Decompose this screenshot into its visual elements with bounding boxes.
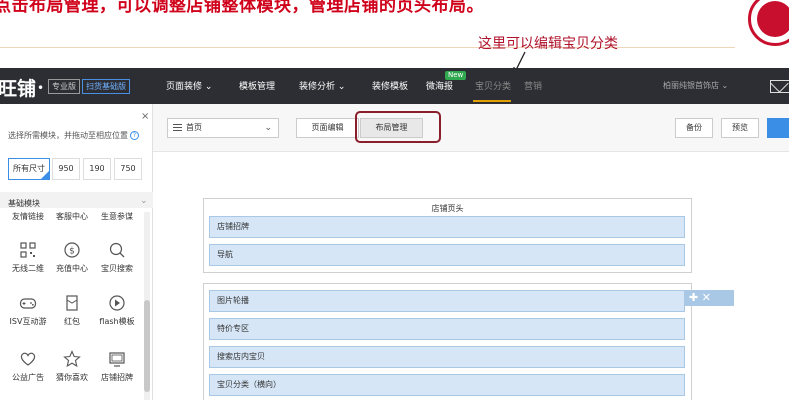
- module-red-packet[interactable]: 红包: [52, 294, 92, 327]
- module-shop-signboard[interactable]: 店铺招牌: [97, 350, 137, 383]
- search-icon: [109, 242, 125, 258]
- module-service-center[interactable]: 客服中心: [52, 211, 92, 222]
- top-navigation-bar: 旺铺 • 专业版 扫货基础版 页面装修 ⌄ 模板管理 装修分析 ⌄ 装修模板 微…: [0, 68, 789, 104]
- new-badge: New: [445, 71, 467, 80]
- module-label: 猜你喜欢: [56, 373, 88, 382]
- size-filter-all[interactable]: 所有尺寸: [8, 158, 50, 180]
- panel-scrollbar-thumb[interactable]: [144, 300, 150, 392]
- nav-template-manage[interactable]: 模板管理: [239, 79, 275, 92]
- shop-header-title: 店铺页头: [431, 204, 464, 213]
- module-label: 充值中心: [56, 264, 88, 273]
- shop-name-dropdown[interactable]: 柏丽纯银首饰店 ⌄: [663, 80, 728, 91]
- group-title: 基础模块: [8, 199, 40, 208]
- taobao-seal-logo: [748, 0, 789, 46]
- nav-active-underline: [473, 100, 511, 102]
- mail-icon[interactable]: [770, 80, 789, 93]
- module-label: 无线二维: [12, 264, 44, 273]
- module-label: ISV互动游: [9, 317, 47, 326]
- module-label: 生意参谋: [101, 212, 133, 221]
- size-filter-190[interactable]: 190: [83, 158, 111, 180]
- size-filter-750[interactable]: 750: [114, 158, 142, 180]
- panel-hint-text: 选择所需模块，并拖动至相应位置: [8, 131, 128, 140]
- highlight-outline: [355, 111, 441, 143]
- badge-pro: 专业版: [48, 79, 80, 94]
- module-item-search[interactable]: 宝贝搜索: [97, 241, 137, 274]
- page-select[interactable]: 首页 ⌄: [167, 118, 279, 138]
- module-label: 红包: [64, 317, 80, 326]
- play-icon: [109, 295, 125, 311]
- layout-row-navigation[interactable]: 导航: [209, 244, 685, 266]
- size-filter-950[interactable]: 950: [52, 158, 80, 180]
- layout-row-signboard[interactable]: 店铺招牌: [209, 216, 685, 238]
- close-icon[interactable]: ×: [141, 111, 149, 122]
- layout-row-special-offer[interactable]: 特价专区: [209, 318, 685, 340]
- panel-hint: 选择所需模块，并拖动至相应位置?: [8, 130, 139, 141]
- logo-dot: •: [37, 81, 45, 95]
- help-icon[interactable]: ?: [130, 131, 139, 140]
- module-label: 宝贝搜索: [101, 264, 133, 273]
- row-tools[interactable]: ✚ ✕: [685, 290, 734, 306]
- module-label: flash模板: [99, 317, 135, 326]
- backup-button[interactable]: 备份: [675, 118, 713, 138]
- module-isv-game[interactable]: ISV互动游: [8, 294, 48, 327]
- layout-row-shop-search[interactable]: 搜索店内宝贝: [209, 346, 685, 368]
- nav-page-decorate[interactable]: 页面装修 ⌄: [166, 79, 212, 92]
- nav-item-category[interactable]: 宝贝分类: [475, 79, 511, 92]
- gamepad-icon: [19, 298, 37, 309]
- layout-row-carousel[interactable]: 图片轮播: [209, 290, 685, 312]
- module-business-advisor[interactable]: 生意参谋: [97, 211, 137, 222]
- page-edit-button[interactable]: 页面编辑: [296, 118, 359, 138]
- nav-micro-poster[interactable]: 微海报: [426, 79, 453, 92]
- preview-button[interactable]: 预览: [721, 118, 759, 138]
- publish-button[interactable]: [767, 118, 789, 138]
- module-recharge-center[interactable]: $ 充值中心: [52, 241, 92, 274]
- seal-inner: [757, 1, 789, 37]
- module-label: 客服中心: [56, 212, 88, 221]
- monitor-icon: [109, 352, 125, 367]
- module-label: 友情链接: [12, 212, 44, 221]
- redpacket-icon: [66, 295, 78, 311]
- check-icon: [40, 170, 50, 180]
- badge-base[interactable]: 扫货基础版: [82, 79, 130, 94]
- nav-decorate-template[interactable]: 装修模板: [372, 79, 408, 92]
- divider: [0, 47, 735, 48]
- module-guess-you-like[interactable]: 猜你喜欢: [52, 350, 92, 383]
- nav-marketing[interactable]: 营销: [524, 79, 542, 92]
- page-select-value: 首页: [186, 123, 202, 132]
- chevron-down-icon: ⌄: [264, 123, 272, 133]
- module-flash-template[interactable]: flash模板: [97, 294, 137, 327]
- heart-icon: [20, 352, 36, 366]
- module-friend-link[interactable]: 友情链接: [8, 211, 48, 222]
- layout-row-item-category[interactable]: 宝贝分类（横向）: [209, 374, 685, 396]
- module-charity-ad[interactable]: 公益广告: [8, 350, 48, 383]
- module-wireless-qrcode[interactable]: 无线二维: [8, 241, 48, 274]
- coin-icon: $: [64, 242, 80, 258]
- qrcode-icon: [20, 242, 36, 258]
- module-label: 店铺招牌: [101, 373, 133, 382]
- star-icon: [63, 350, 81, 368]
- logo[interactable]: 旺铺: [0, 74, 36, 101]
- chevron-down-icon[interactable]: ⌄: [140, 196, 148, 206]
- annotation-text: 这里可以编辑宝贝分类: [478, 36, 618, 52]
- nav-decorate-analysis[interactable]: 装修分析 ⌄: [299, 79, 345, 92]
- slide-title: 点击布局管理，可以调整店铺整体模块，管理店铺的页头布局。: [0, 0, 484, 16]
- module-label: 公益广告: [12, 373, 44, 382]
- svg-text:$: $: [69, 247, 75, 257]
- menu-icon: [173, 124, 182, 131]
